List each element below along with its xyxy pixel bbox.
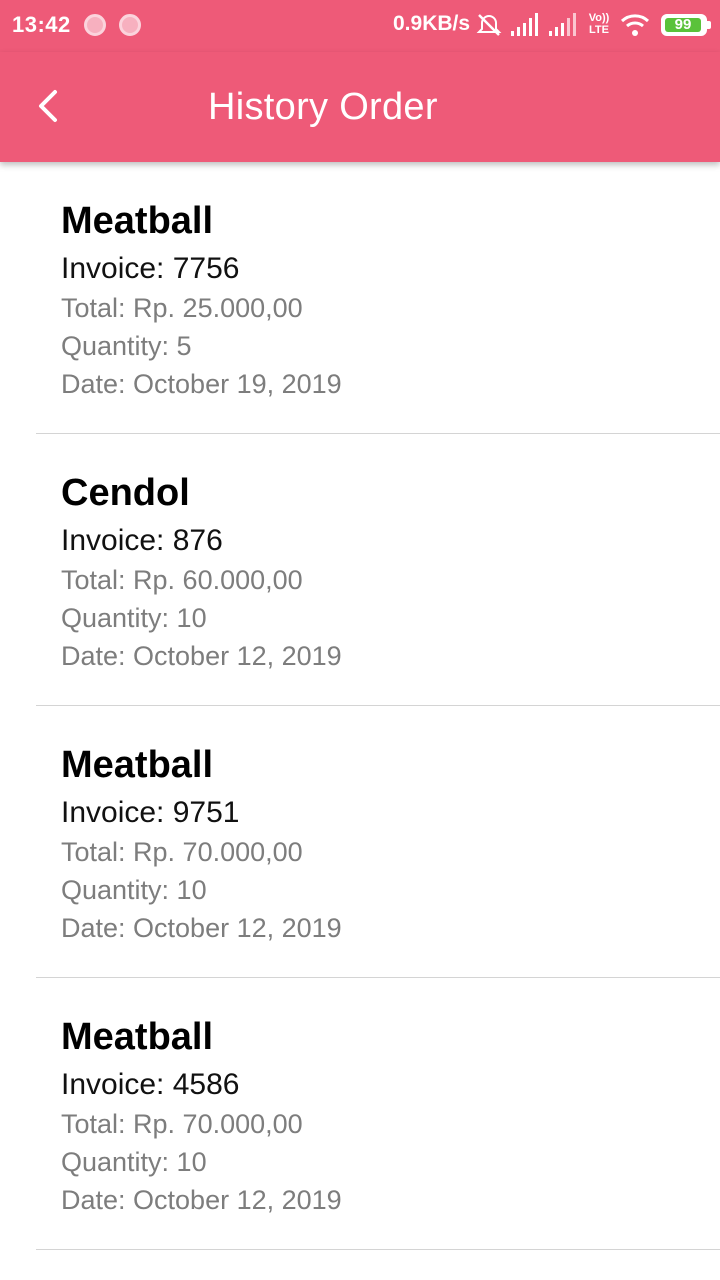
order-date: Date: October 12, 2019 bbox=[61, 641, 342, 671]
order-product-name: Cendol bbox=[61, 472, 190, 514]
notification-dot-icon bbox=[119, 14, 141, 36]
notification-dot-icon bbox=[84, 14, 106, 36]
order-date: Date: October 12, 2019 bbox=[61, 1185, 342, 1215]
battery-icon: 99 bbox=[661, 14, 711, 36]
order-quantity: Quantity: 10 bbox=[61, 875, 207, 905]
order-invoice: Invoice: 9751 bbox=[61, 796, 240, 829]
signal-icon bbox=[548, 12, 578, 43]
order-date: Date: October 12, 2019 bbox=[61, 913, 342, 943]
battery-level: 99 bbox=[665, 17, 701, 32]
status-bar: 13:42 0.9KB/s Vo)) LTE 99 bbox=[0, 0, 720, 52]
order-item[interactable]: Meatball Invoice: 4586 Total: Rp. 70.000… bbox=[36, 978, 720, 1250]
volte-icon: Vo)) LTE bbox=[588, 12, 610, 36]
back-arrow-icon bbox=[39, 90, 57, 122]
order-product-name: Meatball bbox=[61, 200, 214, 242]
order-date: Date: October 19, 2019 bbox=[61, 369, 342, 399]
order-item[interactable]: Meatball Invoice: 9751 Total: Rp. 70.000… bbox=[36, 706, 720, 978]
order-quantity: Quantity: 10 bbox=[61, 1147, 207, 1177]
battery-tip bbox=[707, 21, 711, 29]
order-invoice: Invoice: 7756 bbox=[61, 252, 240, 285]
order-product-name: Meatball bbox=[61, 744, 214, 786]
order-total: Total: Rp. 70.000,00 bbox=[61, 1109, 303, 1139]
order-invoice: Invoice: 876 bbox=[61, 524, 223, 557]
order-product-name: Meatball bbox=[61, 1016, 214, 1058]
order-item[interactable]: Cendol Invoice: 876 Total: Rp. 60.000,00… bbox=[36, 434, 720, 706]
order-item[interactable]: Meatball Invoice: 7756 Total: Rp. 25.000… bbox=[36, 162, 720, 434]
order-history-list: Meatball Invoice: 7756 Total: Rp. 25.000… bbox=[0, 162, 720, 1250]
order-total: Total: Rp. 70.000,00 bbox=[61, 837, 303, 867]
order-invoice: Invoice: 4586 bbox=[61, 1068, 240, 1101]
wifi-icon bbox=[620, 12, 650, 43]
order-total: Total: Rp. 25.000,00 bbox=[61, 293, 303, 323]
network-speed: 0.9KB/s bbox=[393, 12, 471, 35]
order-quantity: Quantity: 10 bbox=[61, 603, 207, 633]
alarm-off-icon bbox=[476, 12, 502, 43]
back-button[interactable] bbox=[24, 82, 72, 130]
status-time: 13:42 bbox=[12, 12, 71, 37]
order-total: Total: Rp. 60.000,00 bbox=[61, 565, 303, 595]
order-quantity: Quantity: 5 bbox=[61, 331, 192, 361]
page-title: History Order bbox=[208, 86, 438, 128]
app-bar: History Order bbox=[0, 52, 720, 162]
signal-icon bbox=[510, 12, 540, 43]
